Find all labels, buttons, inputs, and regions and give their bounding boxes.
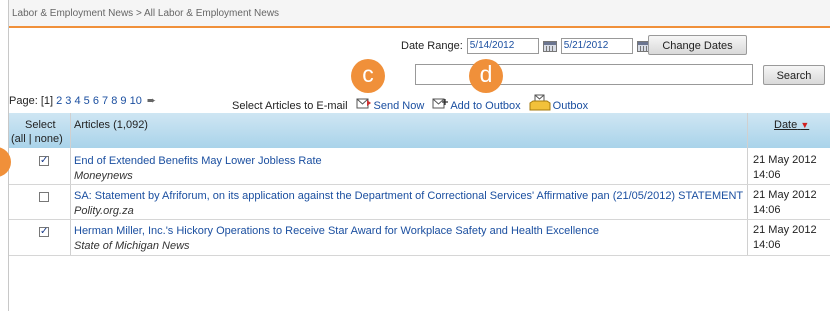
page-link[interactable]: 4 xyxy=(74,95,80,107)
article-title-link[interactable]: Herman Miller, Inc.'s Hickory Operations… xyxy=(74,225,599,237)
table-row: SA: Statement by Afriforum, on its appli… xyxy=(9,185,830,220)
row-checkbox[interactable] xyxy=(39,192,49,202)
article-date: 21 May 2012 14:06 xyxy=(753,153,817,183)
callout-d: d xyxy=(469,59,503,93)
search-input[interactable] xyxy=(415,64,753,85)
date-range-label: Date Range: xyxy=(401,40,463,52)
page-link[interactable]: 8 xyxy=(111,95,117,107)
send-now-link[interactable]: Send Now xyxy=(374,100,425,112)
row-checkbox[interactable]: ✓ xyxy=(39,156,49,166)
page-link[interactable]: 5 xyxy=(84,95,90,107)
send-envelope-icon[interactable] xyxy=(356,96,372,110)
table-row: ✓ End of Extended Benefits May Lower Job… xyxy=(9,148,830,185)
change-dates-button[interactable]: Change Dates xyxy=(648,35,747,55)
article-date-day: 21 May 2012 xyxy=(753,189,817,201)
article-source: State of Michigan News xyxy=(74,240,190,252)
page-link[interactable]: 2 xyxy=(56,95,62,107)
article-time: 14:06 xyxy=(753,239,781,251)
outbox-tray-icon[interactable] xyxy=(529,94,551,112)
next-page-arrow-icon[interactable]: ➨ xyxy=(147,94,156,107)
add-envelope-icon[interactable] xyxy=(432,96,449,110)
date-sort-header[interactable]: Date ▼ xyxy=(774,119,809,131)
article-title-link[interactable]: End of Extended Benefits May Lower Joble… xyxy=(74,155,322,167)
search-button[interactable]: Search xyxy=(763,65,825,85)
page-link[interactable]: 10 xyxy=(130,95,142,107)
email-actions: Select Articles to E-mail Send Now Add t… xyxy=(232,90,596,112)
date-range-row: Date Range: 5/14/2012 5/21/2012 xyxy=(401,37,655,55)
end-date-field[interactable]: 5/21/2012 xyxy=(560,38,633,54)
breadcrumb: Labor & Employment News > All Labor & Em… xyxy=(12,8,280,19)
article-source: Polity.org.za xyxy=(74,205,134,217)
pager-label: Page: xyxy=(9,95,38,107)
article-title-link[interactable]: SA: Statement by Afriforum, on its appli… xyxy=(74,190,743,202)
pager-current: [1] xyxy=(40,95,54,107)
pager: Page: [1] 2 3 4 5 6 7 8 9 10 ➨ xyxy=(9,94,156,107)
article-time: 14:06 xyxy=(753,169,781,181)
page-link[interactable]: 6 xyxy=(93,95,99,107)
article-source: Moneynews xyxy=(74,170,133,182)
select-header: Select xyxy=(25,119,56,131)
table-header: Select (all | none) Articles (1,092) Dat… xyxy=(9,113,830,148)
article-date-day: 21 May 2012 xyxy=(753,154,817,166)
page-link[interactable]: 3 xyxy=(65,95,71,107)
outbox-link[interactable]: Outbox xyxy=(553,100,588,112)
articles-header: Articles (1,092) xyxy=(74,119,148,131)
table-row: ✓ Herman Miller, Inc.'s Hickory Operatio… xyxy=(9,220,830,256)
article-date: 21 May 2012 14:06 xyxy=(753,223,817,253)
article-date-day: 21 May 2012 xyxy=(753,224,817,236)
sort-down-icon: ▼ xyxy=(800,120,810,130)
page-link[interactable]: 7 xyxy=(102,95,108,107)
add-to-outbox-link[interactable]: Add to Outbox xyxy=(450,100,520,112)
date-header-label: Date xyxy=(774,119,798,131)
select-all-none[interactable]: (all | none) xyxy=(11,133,63,145)
calendar-icon[interactable] xyxy=(542,40,557,52)
row-checkbox[interactable]: ✓ xyxy=(39,227,49,237)
start-date-field[interactable]: 5/14/2012 xyxy=(466,38,539,54)
email-label: Select Articles to E-mail xyxy=(232,100,348,112)
callout-c: c xyxy=(351,59,385,93)
article-time: 14:06 xyxy=(753,204,781,216)
breadcrumb-bar: Labor & Employment News > All Labor & Em… xyxy=(9,0,830,28)
page-link[interactable]: 9 xyxy=(120,95,126,107)
article-date: 21 May 2012 14:06 xyxy=(753,188,817,218)
